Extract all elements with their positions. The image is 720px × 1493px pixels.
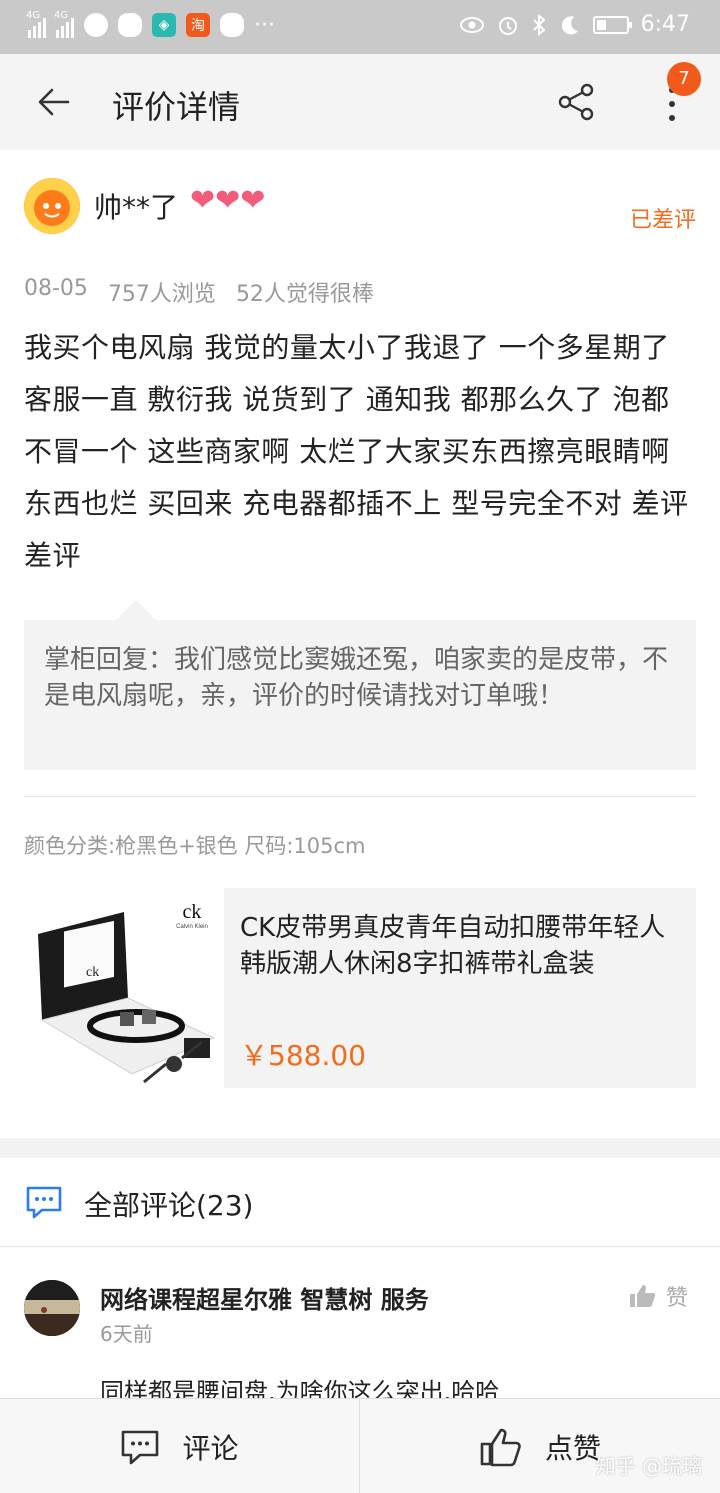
- product-title: CK皮带男真皮青年自动扣腰带年轻人韩版潮人休闲8字扣裤带礼盒装: [240, 913, 666, 979]
- commenter-avatar[interactable]: [24, 1280, 80, 1336]
- avatar[interactable]: [24, 178, 80, 234]
- product-price: ￥588.00: [240, 1039, 366, 1072]
- sku-info: 颜色分类:枪黑色+银色 尺码:105cm: [24, 834, 366, 858]
- avatar-image: [24, 1280, 80, 1336]
- seller-reply-text: 掌柜回复：我们感觉比窦娥还冤，咱家卖的是皮带，不是电风扇呢，亲，评价的时候请找对…: [44, 645, 669, 711]
- more-notifications-icon: ···: [254, 12, 275, 38]
- commenter-name[interactable]: 网络课程超星尔雅 智慧树 服务: [100, 1280, 429, 1315]
- share-icon[interactable]: [556, 82, 596, 122]
- review-date: 08-05: [24, 276, 88, 301]
- status-right: 6:47: [459, 12, 690, 37]
- comment-time: 6天前: [100, 1322, 153, 1346]
- status-left: 4G 4G ◈ 淘 ···: [26, 10, 275, 38]
- brand-mark: ck: [183, 901, 202, 923]
- bluetooth-icon: [532, 13, 546, 36]
- review-body: 我买个电风扇 我觉的量太小了我退了 一个多星期了 客服一直 敷衍我 说货到了 通…: [24, 331, 689, 572]
- divider: [24, 796, 696, 797]
- page-title: 评价详情: [112, 88, 241, 126]
- comment-button[interactable]: 评论: [0, 1399, 360, 1493]
- status-bar: 4G 4G ◈ 淘 ··· 6:47: [0, 0, 720, 54]
- product-card[interactable]: ck Calvin Klein ck CK皮带男真皮青年自动扣腰带年轻人韩版潮人…: [24, 888, 696, 1088]
- status-badge: 已差评: [629, 208, 696, 233]
- network-type-label: 4G: [54, 10, 69, 21]
- signal-icon: 4G: [26, 10, 46, 38]
- heart-icon: ❤: [190, 183, 216, 218]
- belt-gift-box-icon: ck Calvin Klein ck: [38, 901, 216, 1084]
- taobao-app-icon: 淘: [186, 13, 210, 37]
- comment-bubble-icon: [26, 1186, 62, 1219]
- comments-header[interactable]: 全部评论(23): [84, 1184, 253, 1224]
- comment-button-label: 评论: [182, 1431, 239, 1465]
- comment-like-label: 赞: [665, 1286, 688, 1311]
- back-arrow-icon[interactable]: [36, 84, 72, 120]
- seller-reply: 掌柜回复：我们感觉比窦娥还冤，咱家卖的是皮带，不是电风扇呢，亲，评价的时候请找对…: [24, 600, 696, 770]
- box-brand-mark: ck: [86, 965, 99, 980]
- product-image: ck Calvin Klein ck: [24, 888, 224, 1088]
- review-meta: 08-05 757人浏览 52人觉得很棒: [24, 276, 374, 308]
- globe-icon: [84, 13, 108, 37]
- network-type-label: 4G: [26, 10, 41, 21]
- notification-badge: 7: [667, 62, 701, 96]
- brand-subtext: Calvin Klein: [176, 924, 208, 930]
- thumbs-up-icon: [480, 1428, 521, 1466]
- alarm-icon: [498, 16, 517, 35]
- view-count: 757人浏览: [107, 282, 216, 307]
- shield-app-icon: ◈: [152, 13, 176, 37]
- app-bar: 评价详情: [0, 54, 720, 150]
- comment-icon: [122, 1430, 159, 1464]
- wechat-icon: [118, 13, 142, 37]
- signal-icon: 4G: [54, 10, 74, 38]
- battery-icon: [592, 15, 632, 34]
- comment-like-button[interactable]: 赞: [628, 1280, 688, 1312]
- moon-icon: [561, 15, 578, 34]
- like-button-label: 点赞: [544, 1431, 601, 1465]
- divider: [0, 1246, 720, 1247]
- heart-icon: ❤: [215, 183, 241, 218]
- heart-icon: ❤: [240, 183, 266, 218]
- avatar-mascot-icon: [24, 178, 80, 234]
- reviewer-level: ❤ ❤ ❤: [190, 186, 265, 216]
- message-icon: [220, 13, 244, 37]
- like-count: 52人觉得很棒: [235, 282, 374, 307]
- section-separator: [0, 1138, 720, 1158]
- review-detail-page: 4G 4G ◈ 淘 ··· 6:47 评价详情 7 帅**了 ❤ ❤ ❤ 已差评…: [0, 0, 720, 1493]
- thumbs-up-icon: [629, 1285, 656, 1307]
- clock: 6:47: [640, 12, 690, 37]
- reviewer-name[interactable]: 帅**了: [94, 186, 178, 226]
- eye-icon: [459, 16, 484, 33]
- watermark: 知乎 @琉璃: [595, 1454, 702, 1478]
